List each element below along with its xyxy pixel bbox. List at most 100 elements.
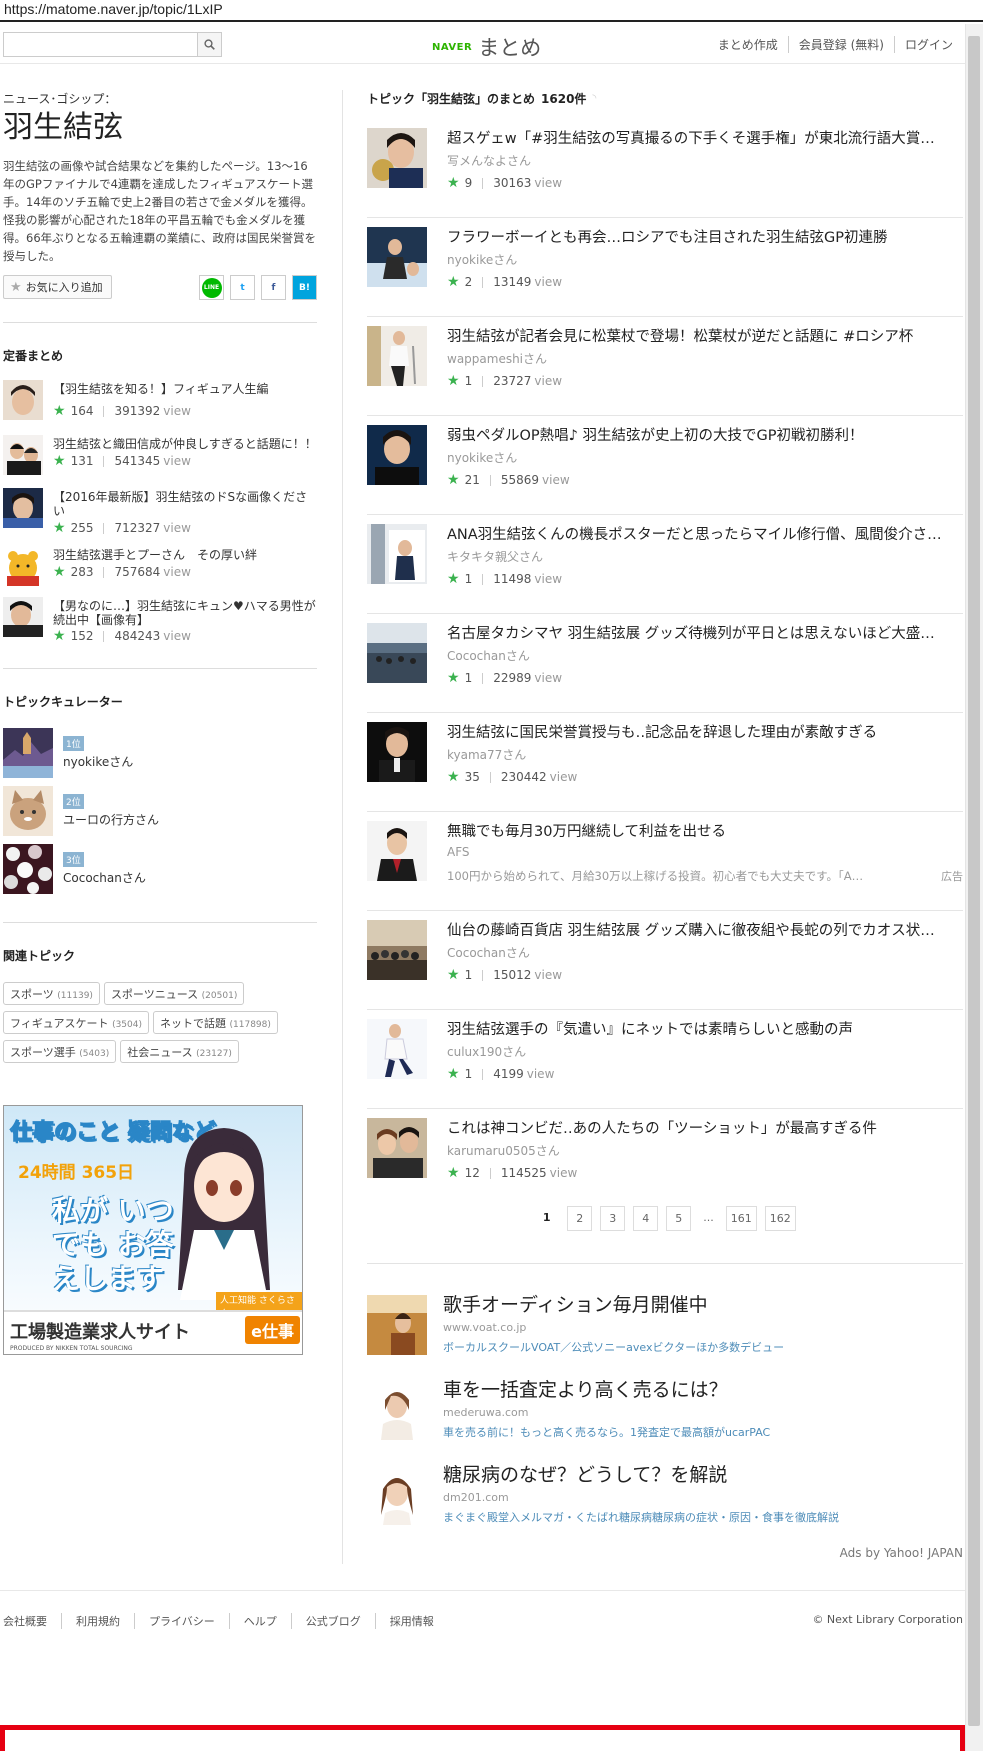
view-label: view xyxy=(163,565,191,579)
article-item[interactable]: これは神コンビだ‥あの人たちの「ツーショット」が最高すぎる件 karumaru0… xyxy=(367,1109,963,1208)
article-author: nyokikeさん xyxy=(447,451,518,465)
banner-ad[interactable]: 仕事のこと 疑問など 24時間 365日 私が いつでも お答えします 人工知能… xyxy=(3,1105,303,1355)
standard-item[interactable]: 【羽生結弦を知る！】フィギュア人生編 ★ 164 391392 view xyxy=(3,380,317,430)
add-favorite-button[interactable]: ★ お気に入り追加 xyxy=(3,275,112,299)
tag-name: ネットで話題 xyxy=(160,1017,226,1030)
article-item[interactable]: 名古屋タカシマヤ 羽生結弦展 グッズ待機列が平日とは思えないほど大盛… Coco… xyxy=(367,614,963,713)
article-item[interactable]: 羽生結弦に国民栄誉賞授与も‥記念品を辞退した理由が素敵すぎる kyama77さん… xyxy=(367,713,963,812)
topic-tag[interactable]: ネットで話題 (117898) xyxy=(153,1011,278,1034)
topic-category[interactable]: ニュース･ゴシップ： xyxy=(3,90,317,107)
site-logo[interactable]: NAVER まとめ xyxy=(432,32,541,62)
article-item[interactable]: 超スゲェw「#羽生結弦の写真撮るの下手くそ選手権」が東北流行語大賞… 写メんなよ… xyxy=(367,119,963,218)
scrollbar-thumb[interactable] xyxy=(968,36,980,1726)
header-links: まとめ作成 会員登録 (無料) ログイン xyxy=(708,36,963,53)
ad-thumbnail xyxy=(367,1465,427,1525)
fav-count: 152 xyxy=(70,629,94,643)
topic-tag[interactable]: スポーツ (11139) xyxy=(3,982,100,1005)
view-label: view xyxy=(163,454,191,468)
page-link[interactable]: 2 xyxy=(567,1206,593,1231)
topic-tag[interactable]: フィギュアスケート (3504) xyxy=(3,1011,149,1034)
footer-link[interactable]: プライバシー xyxy=(134,1613,229,1629)
view-count: 55869 xyxy=(500,473,540,487)
search-box xyxy=(3,32,222,57)
curator-item[interactable]: 3位 Cocochanさん xyxy=(3,844,303,894)
article-item[interactable]: 仙台の藤崎百貨店 羽生結弦展 グッズ購入に徹夜組や長蛇の列でカオス状… Coco… xyxy=(367,911,963,1010)
ad-description: まぐまぐ殿堂入メルマガ・くたばれ糖尿病糖尿病の症状・原因・食事を徹底解説 xyxy=(443,1511,839,1524)
line-share-button[interactable]: LINE xyxy=(199,275,224,300)
twitter-share-button[interactable]: t xyxy=(230,275,255,300)
footer-link[interactable]: ヘルプ xyxy=(228,1613,291,1629)
fav-count: 1 xyxy=(464,374,473,388)
search-input[interactable] xyxy=(4,33,197,56)
footer: 会社概要 利用規約 プライバシー ヘルプ 公式ブログ 採用情報 © Next L… xyxy=(0,1590,965,1629)
hatena-icon: B! xyxy=(299,282,310,293)
ad-thumbnail xyxy=(367,1295,427,1355)
footer-link[interactable]: 公式ブログ xyxy=(290,1613,375,1629)
curator-item[interactable]: 2位 ユーロの行方さん xyxy=(3,786,303,836)
article-item[interactable]: 羽生結弦選手の『気遣い』にネットでは素晴らしいと感動の声 culux190さん … xyxy=(367,1010,963,1109)
favorite-star-icon: ★ xyxy=(447,670,460,686)
yahoo-ad-item[interactable]: 車を一括査定より高く売るには？ mederuwa.com 車を売る前に！もっと高… xyxy=(367,1375,963,1445)
footer-link[interactable]: 利用規約 xyxy=(61,1613,134,1629)
standard-item[interactable]: 【男なのに…】羽生結弦にキュン♥ハマる男性が続出中【画像有】 ★ 152 48424… xyxy=(3,597,317,647)
item-meta: ★ 131 541345 view xyxy=(53,453,191,469)
item-thumbnail xyxy=(3,380,43,420)
bottom-banner[interactable] xyxy=(0,1725,965,1751)
article-title: 無職でも毎月30万円継続して利益を出せる xyxy=(447,824,727,840)
article-thumbnail xyxy=(367,227,427,287)
topic-tag[interactable]: 社会ニュース (23127) xyxy=(120,1040,239,1063)
article-title: 超スゲェw「#羽生結弦の写真撮るの下手くそ選手権」が東北流行語大賞… xyxy=(447,131,935,147)
avatar xyxy=(3,728,53,778)
register-link[interactable]: 会員登録 (無料) xyxy=(787,36,894,53)
page-link[interactable]: 3 xyxy=(600,1206,626,1231)
create-matome-link[interactable]: まとめ作成 xyxy=(708,36,788,53)
line-icon: LINE xyxy=(201,277,222,298)
yahoo-ad-item[interactable]: 歌手オーディション毎月開催中 www.voat.co.jp ボーカルスクールVO… xyxy=(367,1290,963,1360)
site-header: NAVER まとめ まとめ作成 会員登録 (無料) ログイン xyxy=(0,24,965,64)
star-icon: ★ xyxy=(10,279,22,295)
ads-by-yahoo[interactable]: Ads by Yahoo! JAPAN xyxy=(840,1546,963,1560)
article-thumbnail xyxy=(367,920,427,980)
page-link[interactable]: 5 xyxy=(666,1206,692,1231)
topic-tag[interactable]: スポーツニュース (20501) xyxy=(103,982,245,1005)
article-item[interactable]: ANA羽生結弦くんの機長ポスターだと思ったらマイル修行僧、風間俊介さ… キタキタ… xyxy=(367,515,963,614)
article-author: kyama77さん xyxy=(447,748,527,762)
view-label: view xyxy=(534,671,563,685)
sponsored-article[interactable]: 無職でも毎月30万円継続して利益を出せる AFS 100円から始められて、月給3… xyxy=(367,812,963,911)
address-bar[interactable]: https://matome.naver.jp/topic/1LxIP xyxy=(0,0,983,22)
tag-count: (23127) xyxy=(196,1049,232,1059)
ad-catchphrase: 私が いつでも お答えします xyxy=(52,1194,174,1295)
favorite-star-icon: ★ xyxy=(447,967,460,983)
view-label: view xyxy=(163,521,191,535)
fav-count: 21 xyxy=(464,473,480,487)
hatena-share-button[interactable]: B! xyxy=(292,275,317,300)
view-label: view xyxy=(534,176,563,190)
page-link[interactable]: 4 xyxy=(633,1206,659,1231)
footer-link[interactable]: 会社概要 xyxy=(3,1613,61,1629)
facebook-share-button[interactable]: f xyxy=(261,275,286,300)
tag-name: スポーツ xyxy=(10,988,54,1001)
footer-link[interactable]: 採用情報 xyxy=(374,1613,448,1629)
curator-item[interactable]: 1位 nyokikeさん xyxy=(3,728,303,778)
favorite-star-icon: ★ xyxy=(53,453,66,469)
favorite-star-icon: ★ xyxy=(447,1165,460,1181)
article-item[interactable]: 弱虫ペダルOP熱唱♪ 羽生結弦が史上初の大技でGP初戦初勝利！ nyokikeさ… xyxy=(367,416,963,515)
topic-tag[interactable]: スポーツ選手 (5403) xyxy=(3,1040,117,1063)
standard-item[interactable]: 【2016年最新版】羽生結弦のドSな画像ください ★ 255 712327 view xyxy=(3,488,317,538)
standard-item[interactable]: 羽生結弦選手とプーさん その厚い絆 ★ 283 757684 view xyxy=(3,546,317,596)
standard-item[interactable]: 羽生結弦と織田信成が仲良しすぎると話題に！！ ★ 131 541345 view xyxy=(3,435,317,485)
search-button[interactable] xyxy=(197,33,221,56)
article-thumbnail xyxy=(367,425,427,485)
article-item[interactable]: フラワーボーイとも再会…ロシアでも注目された羽生結弦GP初連勝 nyokikeさ… xyxy=(367,218,963,317)
favorite-star-icon: ★ xyxy=(53,564,66,580)
page-ellipsis: ... xyxy=(703,1211,714,1224)
favorite-star-icon: ★ xyxy=(447,1066,460,1082)
rss-icon[interactable]: ◝ xyxy=(592,93,596,104)
standard-matome-title: 定番まとめ xyxy=(3,349,64,363)
yahoo-ad-item[interactable]: 糖尿病のなぜ？どうして？を解説 dm201.com まぐまぐ殿堂入メルマガ・くた… xyxy=(367,1460,963,1530)
page-link[interactable]: 162 xyxy=(764,1206,796,1231)
tag-list: スポーツ (11139) スポーツニュース (20501) フィギュアスケート (… xyxy=(3,982,303,1069)
login-link[interactable]: ログイン xyxy=(893,36,963,53)
page-link[interactable]: 161 xyxy=(725,1206,757,1231)
article-item[interactable]: 羽生結弦が記者会見に松葉杖で登場！松葉杖が逆だと話題に #ロシア杯 wappam… xyxy=(367,317,963,416)
